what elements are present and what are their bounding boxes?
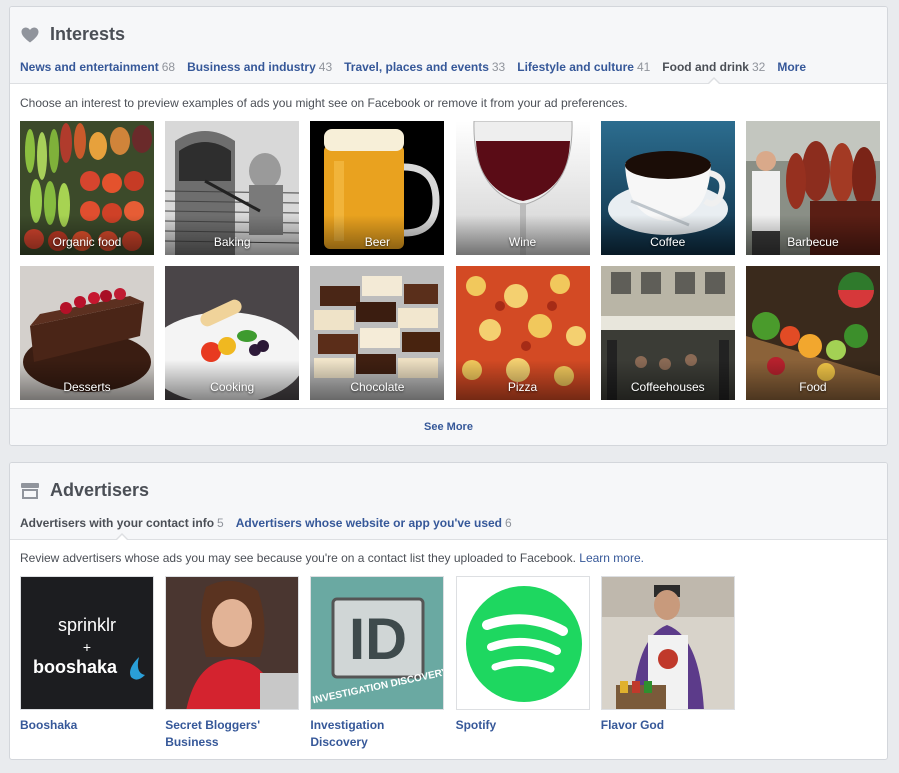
interests-title: Interests	[50, 24, 126, 44]
tile-label: Chocolate	[350, 380, 405, 394]
tab-lifestyle-and-culture[interactable]: Lifestyle and culture 41	[517, 60, 650, 84]
tile-label: Baking	[213, 235, 251, 249]
advertiser-investigation-discovery[interactable]: ID INVESTIGATION DISCOVERY Investigation…	[310, 576, 445, 751]
tab-label: Advertisers whose website or app you've …	[235, 516, 503, 530]
tab-count: 41	[636, 60, 651, 74]
see-more-button[interactable]: See More	[10, 408, 887, 445]
droplet-icon	[130, 657, 145, 680]
tile-label: Food	[799, 380, 827, 394]
spotify-icon	[465, 586, 582, 702]
advertiser-booshaka[interactable]: sprinklr + booshaka Booshaka	[20, 576, 154, 751]
tab-label: Lifestyle and culture	[517, 60, 634, 74]
advertiser-name[interactable]: Booshaka	[20, 717, 154, 734]
interests-description: Choose an interest to preview examples o…	[20, 96, 628, 110]
flavor-god-photo	[601, 577, 734, 709]
tile-label: Barbecue	[787, 235, 839, 249]
sprinklr-logo-text: sprinklr	[57, 615, 116, 635]
advertiser-photo	[600, 576, 735, 710]
advertisers-description-text: Review advertisers whose ads you may see…	[20, 551, 576, 565]
tab-label: More	[777, 60, 806, 74]
learn-more-link[interactable]: Learn more.	[579, 551, 644, 565]
tab-count: 43	[318, 60, 333, 74]
interests-panel: Interests News and entertainment 68 Busin…	[9, 6, 888, 446]
advertisers-header: Advertisers Advertisers with your contac…	[10, 463, 887, 541]
tab-label: Advertisers with your contact info	[20, 516, 215, 530]
tab-label: News and entertainment	[20, 60, 159, 74]
advertiser-name[interactable]: Investigation Discovery	[310, 717, 444, 751]
tile-label: Cooking	[210, 380, 255, 394]
tile-label: Organic food	[52, 235, 122, 249]
tab-label: Travel, places and events	[344, 60, 489, 74]
advertiser-flavor-god[interactable]: Flavor God	[600, 576, 735, 751]
interest-tile-cooking[interactable]: Cooking	[165, 266, 300, 400]
id-logo: ID INVESTIGATION DISCOVERY	[311, 577, 444, 709]
blogger-photo	[166, 577, 299, 709]
tab-news-and-entertainment[interactable]: News and entertainment 68	[20, 60, 175, 84]
tile-label: Beer	[364, 235, 391, 249]
tab-advertisers-contact-info[interactable]: Advertisers with your contact info 5	[20, 516, 224, 541]
tab-label: Business and industry	[187, 60, 316, 74]
advertiser-name[interactable]: Secret Bloggers' Business	[165, 717, 299, 751]
logo-plus: +	[82, 639, 92, 655]
advertiser-name[interactable]: Flavor God	[601, 717, 735, 734]
tile-label: Wine	[508, 235, 537, 249]
advertisers-grid: sprinklr + booshaka Booshaka Secret Blog…	[20, 576, 735, 751]
advertisers-title-row: Advertisers	[20, 480, 149, 501]
tab-count: 5	[217, 516, 224, 530]
advertiser-logo: ID INVESTIGATION DISCOVERY	[310, 576, 445, 710]
interest-tile-coffee[interactable]: Coffee	[600, 121, 735, 255]
interest-tile-baking[interactable]: Baking	[165, 121, 300, 255]
interest-tile-coffeehouses[interactable]: Coffeehouses	[600, 266, 735, 400]
tab-food-and-drink[interactable]: Food and drink 32	[662, 60, 766, 85]
tab-label: Food and drink	[662, 60, 749, 74]
advertiser-logo	[455, 576, 590, 710]
interests-tabs: News and entertainment 68 Business and in…	[20, 60, 818, 85]
tab-count: 33	[491, 60, 506, 74]
interest-tile-beer[interactable]: Beer	[310, 121, 445, 255]
interest-tile-organic-food[interactable]: Organic food	[20, 121, 154, 255]
interest-tile-barbecue[interactable]: Barbecue	[745, 121, 880, 255]
heart-icon	[20, 25, 40, 45]
tile-label: Desserts	[63, 380, 111, 394]
interest-tile-food[interactable]: Food	[745, 266, 880, 400]
interests-title-row: Interests	[20, 24, 125, 45]
tab-count: 6	[505, 516, 512, 530]
advertiser-logo: sprinklr + booshaka	[20, 576, 154, 710]
tab-more[interactable]: More	[777, 60, 806, 84]
interest-tile-pizza[interactable]: Pizza	[455, 266, 590, 400]
interest-tile-desserts[interactable]: Desserts	[20, 266, 154, 400]
storefront-icon	[20, 481, 40, 501]
advertisers-tabs: Advertisers with your contact info 5 Adve…	[20, 516, 524, 541]
tab-travel-places-events[interactable]: Travel, places and events 33	[344, 60, 505, 84]
advertiser-photo	[165, 576, 300, 710]
interest-tile-chocolate[interactable]: Chocolate	[310, 266, 445, 400]
tab-count: 32	[751, 60, 766, 74]
advertisers-description: Review advertisers whose ads you may see…	[20, 551, 644, 565]
interest-tile-wine[interactable]: Wine	[455, 121, 590, 255]
advertiser-spotify[interactable]: Spotify	[455, 576, 590, 751]
tile-label: Pizza	[507, 380, 538, 394]
advertisers-panel: Advertisers Advertisers with your contac…	[9, 462, 888, 760]
tab-count: 68	[161, 60, 176, 74]
interests-header: Interests News and entertainment 68 Busin…	[10, 7, 887, 85]
interests-grid: Organic food Baking Beer Wine Coffee Bar…	[20, 121, 880, 400]
tab-business-and-industry[interactable]: Business and industry 43	[187, 60, 332, 84]
tab-advertisers-website-app[interactable]: Advertisers whose website or app you've …	[236, 516, 512, 540]
id-logo-mark: ID	[349, 607, 407, 672]
advertisers-title: Advertisers	[50, 480, 150, 500]
booshaka-logo-text: booshaka	[33, 657, 118, 677]
advertiser-name[interactable]: Spotify	[456, 717, 590, 734]
advertiser-secret-bloggers[interactable]: Secret Bloggers' Business	[165, 576, 300, 751]
tile-label: Coffeehouses	[630, 380, 705, 394]
tile-label: Coffee	[650, 235, 686, 249]
